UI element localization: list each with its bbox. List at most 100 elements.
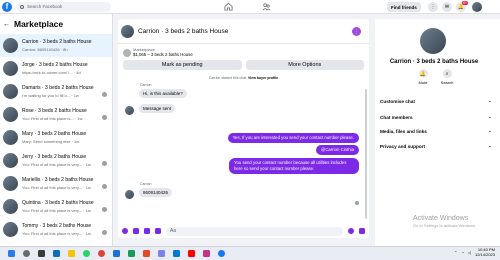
clock[interactable]: 10:40 PM 12/14/2023 <box>475 247 495 258</box>
conversation-item[interactable]: Jorge · 3 beds 2 baths House https://mrk-… <box>0 57 112 80</box>
sidebar-header: ← Marketplace <box>0 14 112 34</box>
incoming-message[interactable]: 8609140426 <box>139 188 173 198</box>
back-arrow-icon[interactable]: ← <box>3 21 10 28</box>
panel-name: Carrion · 3 beds 2 baths House <box>389 59 479 65</box>
listing-info: Marketplace $1,065 – 3 beds 2 baths Hous… <box>118 44 369 57</box>
conversation-item[interactable]: Damaris · 3 beds 2 baths House I'm waitin… <box>0 80 112 103</box>
conversation-preview: https://mrk-to-owner.com/?... <box>22 69 73 75</box>
word-icon[interactable] <box>113 250 120 257</box>
top-bar: f Search Facebook Find friends ⋮ ✉ 🔔 9+ <box>0 0 500 14</box>
start-icon[interactable] <box>8 250 15 257</box>
outgoing-message[interactable]: Yes, If you are interested you send your… <box>227 133 359 143</box>
info-icon[interactable]: ⋮ <box>352 27 361 36</box>
find-friends-button[interactable]: Find friends <box>387 2 421 12</box>
like-icon[interactable] <box>359 228 365 234</box>
conversation-item[interactable]: Mary · 3 beds 2 baths House Mary: Send so… <box>0 126 112 149</box>
search-icon[interactable] <box>23 250 30 257</box>
menu-icon[interactable]: ⋮ <box>428 2 438 12</box>
conversation-preview: You: First of all this place is very... <box>22 161 83 167</box>
message-composer: Aa <box>118 224 369 238</box>
powerpoint-icon[interactable] <box>143 250 150 257</box>
store-icon[interactable] <box>173 250 180 257</box>
conversation-item[interactable]: Mariellis · 3 beds 2 baths House You: Fir… <box>0 172 112 195</box>
chrome-icon[interactable] <box>98 250 105 257</box>
groups-icon[interactable] <box>262 2 271 11</box>
avatar <box>3 222 18 237</box>
task-view-icon[interactable] <box>38 250 45 257</box>
photo-icon[interactable] <box>133 228 139 234</box>
instagram-icon[interactable] <box>203 250 210 257</box>
chevron-down-icon: ⌄ <box>487 143 492 149</box>
outgoing-message[interactable]: @Carrion Cinthia <box>315 145 359 155</box>
messenger-icon[interactable]: ✉ <box>442 2 452 12</box>
emoji-icon[interactable] <box>348 228 354 234</box>
conversation-item[interactable]: Jerry · 3 beds 2 baths House You: First o… <box>0 149 112 172</box>
conversation-details-panel: Carrion · 3 beds 2 baths House 🔔 Mute ⌕ … <box>375 19 500 246</box>
conversation-preview: You: First of all this place is... <box>22 115 74 121</box>
avatar[interactable] <box>121 24 134 38</box>
avatar <box>3 84 18 99</box>
notifications-icon[interactable]: 🔔 9+ <box>456 1 468 12</box>
wifi-icon[interactable]: ◔ <box>461 250 463 255</box>
privacy-support-row[interactable]: Privacy and support ⌄ <box>380 140 492 152</box>
conversation-name: Mariellis · 3 beds 2 baths House <box>22 177 94 184</box>
profile-avatar[interactable] <box>472 2 482 12</box>
search-input[interactable]: Search Facebook <box>16 1 111 12</box>
conversation-item[interactable]: Tommy · 3 beds 2 baths House You: First o… <box>0 218 112 241</box>
sender-name: Carrion <box>140 83 152 88</box>
more-options-button[interactable]: More Options <box>245 60 364 71</box>
youtube-icon[interactable] <box>188 250 195 257</box>
mark-as-pending-button[interactable]: Mark as pending <box>123 60 242 71</box>
search-button[interactable]: ⌕ Search <box>437 69 457 85</box>
customise-chat-row[interactable]: Customise chat ⌄ <box>380 95 492 107</box>
search-icon: ⌕ <box>442 69 452 78</box>
incoming-message[interactable]: Hi, is this available? <box>139 89 187 99</box>
chevron-up-icon[interactable]: ⌃ <box>454 250 457 255</box>
volume-icon[interactable]: ◁ <box>468 250 471 255</box>
facebook-logo-icon[interactable]: f <box>2 1 12 12</box>
read-receipt-icon <box>102 92 107 97</box>
chat-members-row[interactable]: Chat members ⌄ <box>380 111 492 123</box>
search-placeholder: Search Facebook <box>27 4 63 9</box>
sticker-icon[interactable] <box>144 228 150 234</box>
gif-icon[interactable] <box>155 228 161 234</box>
seen-indicator-icon <box>355 201 359 206</box>
read-receipt-icon <box>102 230 107 235</box>
conversation-name: Damaris · 3 beds 2 baths House <box>22 85 94 92</box>
conversation-name: Tommy · 3 beds 2 baths House <box>22 223 92 230</box>
avatar <box>3 130 18 145</box>
listing-detail[interactable]: $1,065 – 3 beds 2 baths House <box>133 52 193 57</box>
facebook-icon[interactable] <box>218 250 225 257</box>
listing-thumbnail[interactable] <box>123 49 131 57</box>
read-receipt-icon <box>102 161 107 166</box>
conversation-name: Jerry · 3 beds 2 baths House <box>22 154 87 161</box>
microphone-icon[interactable] <box>122 228 128 234</box>
conversation-preview: You: First of all this place is very... <box>22 207 83 213</box>
edge-icon[interactable] <box>53 250 60 257</box>
row-label: Privacy and support <box>380 143 426 149</box>
chat-header: Carrion · 3 beds 2 baths House ⋮ <box>118 19 369 44</box>
row-label: Chat members <box>380 114 413 120</box>
chat-scrollbar[interactable] <box>365 89 367 219</box>
message-input[interactable]: Aa <box>166 226 343 236</box>
media-files-links-row[interactable]: Media, files and links ⌄ <box>380 125 492 137</box>
avatar[interactable] <box>420 28 446 54</box>
windows-activation-watermark: Activate Windows Go to Settings to activ… <box>413 215 476 228</box>
whatsapp-icon[interactable] <box>83 250 90 257</box>
home-icon[interactable] <box>224 2 233 11</box>
conversation-item[interactable]: Quintina · 3 beds 2 baths House You: Firs… <box>0 195 112 218</box>
incoming-message[interactable]: Message sent <box>139 104 176 114</box>
avatar <box>3 38 18 53</box>
chat-title[interactable]: Carrion · 3 beds 2 baths House <box>138 28 228 35</box>
avatar <box>125 190 134 200</box>
conversation-item[interactable]: Carrion · 3 beds 2 baths House Carrion: 8… <box>0 34 112 57</box>
mute-button[interactable]: 🔔 Mute <box>413 69 433 85</box>
message-list: Carrion Hi, is this available? Message s… <box>118 80 369 210</box>
excel-icon[interactable] <box>128 250 135 257</box>
outgoing-message[interactable]: You send your contact number because all… <box>229 158 359 174</box>
avatar <box>125 106 134 116</box>
conversation-item[interactable]: Rose · 3 beds 2 baths House You: First of… <box>0 103 112 126</box>
teams-icon[interactable] <box>158 250 165 257</box>
file-explorer-icon[interactable] <box>68 250 75 257</box>
read-receipt-icon <box>102 184 107 189</box>
